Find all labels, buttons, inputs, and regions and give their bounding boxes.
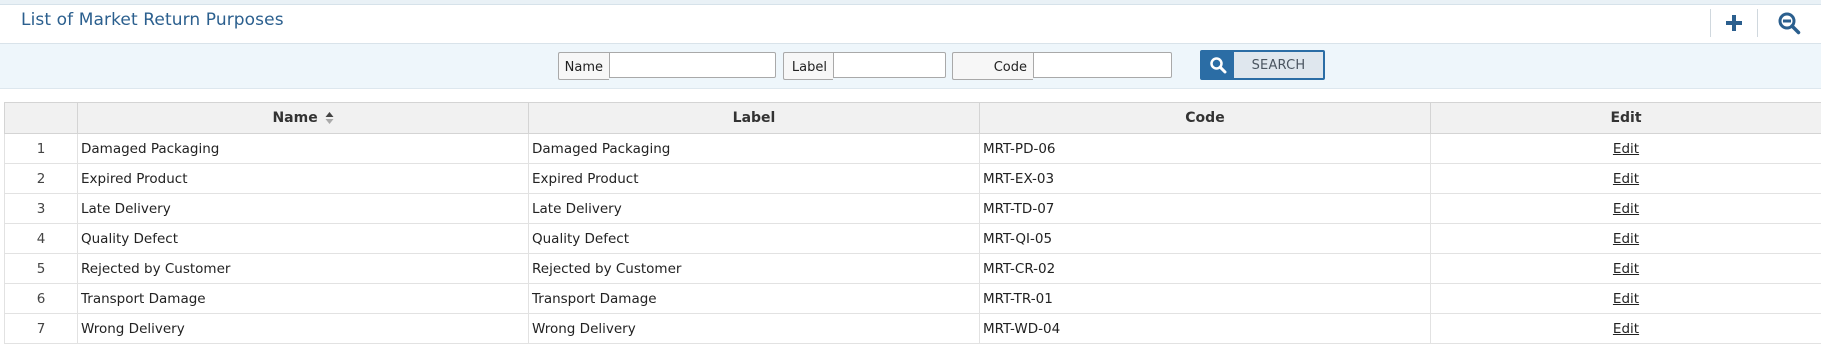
name-filter-label: Name bbox=[558, 52, 609, 80]
row-label: Late Delivery bbox=[528, 193, 980, 224]
page-header: List of Market Return Purposes bbox=[0, 5, 1821, 44]
plus-icon bbox=[1726, 15, 1742, 31]
row-edit-cell: Edit bbox=[1430, 223, 1821, 254]
row-name: Expired Product bbox=[77, 163, 529, 194]
header-divider bbox=[1757, 9, 1758, 37]
edit-link[interactable]: Edit bbox=[1613, 261, 1639, 277]
code-filter: Code bbox=[952, 52, 1172, 80]
row-name: Transport Damage bbox=[77, 283, 529, 314]
row-label: Quality Defect bbox=[528, 223, 980, 254]
edit-link[interactable]: Edit bbox=[1613, 231, 1639, 247]
search-button-label: SEARCH bbox=[1251, 57, 1306, 73]
row-index: 1 bbox=[4, 133, 78, 164]
row-code: MRT-TD-07 bbox=[979, 193, 1431, 224]
row-name: Late Delivery bbox=[77, 193, 529, 224]
purposes-table: Name Label Code Edit 1 Damaged Packaging… bbox=[4, 102, 1821, 344]
table-row: 1 Damaged Packaging Damaged Packaging MR… bbox=[4, 133, 1821, 164]
zoom-out-icon bbox=[1778, 12, 1801, 35]
row-code: MRT-PD-06 bbox=[979, 133, 1431, 164]
table-header-row: Name Label Code Edit bbox=[4, 102, 1821, 134]
row-code: MRT-CR-02 bbox=[979, 253, 1431, 284]
edit-link[interactable]: Edit bbox=[1613, 141, 1639, 157]
row-edit-cell: Edit bbox=[1430, 313, 1821, 344]
row-code: MRT-QI-05 bbox=[979, 223, 1431, 254]
edit-link[interactable]: Edit bbox=[1613, 321, 1639, 337]
page-title: List of Market Return Purposes bbox=[21, 10, 284, 30]
table-row: 5 Rejected by Customer Rejected by Custo… bbox=[4, 253, 1821, 284]
row-index: 2 bbox=[4, 163, 78, 194]
column-header-label[interactable]: Label bbox=[528, 102, 980, 134]
label-filter-input[interactable] bbox=[833, 52, 946, 78]
column-header-code[interactable]: Code bbox=[979, 102, 1431, 134]
filter-bar: Name Label Code SEARCH bbox=[0, 44, 1821, 89]
row-name: Quality Defect bbox=[77, 223, 529, 254]
row-label: Rejected by Customer bbox=[528, 253, 980, 284]
row-edit-cell: Edit bbox=[1430, 193, 1821, 224]
row-label: Damaged Packaging bbox=[528, 133, 980, 164]
table-row: 6 Transport Damage Transport Damage MRT-… bbox=[4, 283, 1821, 314]
search-button[interactable]: SEARCH bbox=[1200, 50, 1325, 80]
header-divider bbox=[1710, 9, 1711, 37]
edit-link[interactable]: Edit bbox=[1613, 291, 1639, 307]
name-filter: Name bbox=[558, 52, 776, 80]
code-filter-label: Code bbox=[952, 52, 1033, 80]
row-label: Wrong Delivery bbox=[528, 313, 980, 344]
add-button[interactable] bbox=[1719, 8, 1749, 38]
column-header-name[interactable]: Name bbox=[77, 102, 529, 134]
label-filter: Label bbox=[783, 52, 946, 80]
row-index: 6 bbox=[4, 283, 78, 314]
code-filter-input[interactable] bbox=[1033, 52, 1172, 78]
zoom-out-button[interactable] bbox=[1774, 8, 1804, 38]
row-index: 5 bbox=[4, 253, 78, 284]
row-name: Damaged Packaging bbox=[77, 133, 529, 164]
row-name: Rejected by Customer bbox=[77, 253, 529, 284]
row-index: 7 bbox=[4, 313, 78, 344]
row-code: MRT-WD-04 bbox=[979, 313, 1431, 344]
row-edit-cell: Edit bbox=[1430, 283, 1821, 314]
row-edit-cell: Edit bbox=[1430, 163, 1821, 194]
row-code: MRT-EX-03 bbox=[979, 163, 1431, 194]
row-index: 3 bbox=[4, 193, 78, 224]
table-row: 3 Late Delivery Late Delivery MRT-TD-07 … bbox=[4, 193, 1821, 224]
name-filter-input[interactable] bbox=[609, 52, 776, 78]
row-edit-cell: Edit bbox=[1430, 133, 1821, 164]
column-header-index bbox=[4, 102, 78, 134]
row-label: Transport Damage bbox=[528, 283, 980, 314]
row-code: MRT-TR-01 bbox=[979, 283, 1431, 314]
label-filter-label: Label bbox=[783, 52, 833, 80]
row-label: Expired Product bbox=[528, 163, 980, 194]
table-row: 7 Wrong Delivery Wrong Delivery MRT-WD-0… bbox=[4, 313, 1821, 344]
edit-link[interactable]: Edit bbox=[1613, 171, 1639, 187]
row-edit-cell: Edit bbox=[1430, 253, 1821, 284]
search-icon bbox=[1202, 52, 1234, 78]
column-header-edit: Edit bbox=[1430, 102, 1821, 134]
table-row: 4 Quality Defect Quality Defect MRT-QI-0… bbox=[4, 223, 1821, 254]
sort-icon bbox=[325, 112, 334, 124]
row-index: 4 bbox=[4, 223, 78, 254]
row-name: Wrong Delivery bbox=[77, 313, 529, 344]
table-row: 2 Expired Product Expired Product MRT-EX… bbox=[4, 163, 1821, 194]
column-header-name-label: Name bbox=[272, 110, 318, 126]
edit-link[interactable]: Edit bbox=[1613, 201, 1639, 217]
